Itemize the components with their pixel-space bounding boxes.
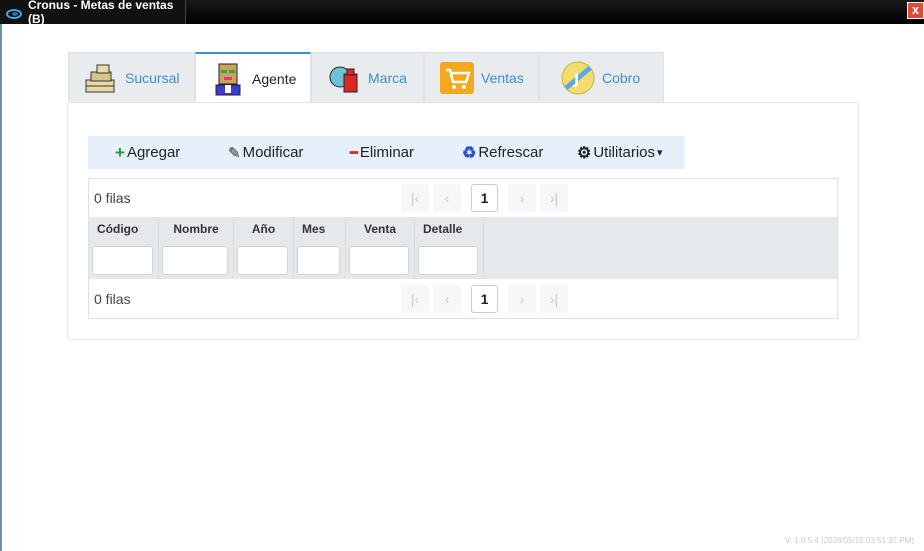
- minus-icon: ━: [350, 144, 358, 160]
- filter-input-venta[interactable]: [349, 246, 409, 275]
- column-nombre[interactable]: Nombre: [159, 217, 234, 279]
- gears-icon: ⚙: [577, 144, 592, 162]
- pager: |‹ ‹ 1 › ›|: [401, 285, 572, 313]
- filter-input-detalle[interactable]: [418, 246, 478, 275]
- column-mes[interactable]: Mes: [294, 217, 346, 279]
- rows-count: 0 filas: [94, 291, 131, 307]
- utilities-label: Utilitarios: [593, 144, 656, 161]
- delete-label: Eliminar: [359, 144, 415, 161]
- brand-icon: [326, 60, 362, 96]
- filter-input-codigo[interactable]: [92, 246, 153, 275]
- next-page-icon[interactable]: ›: [508, 285, 536, 313]
- tab-agente[interactable]: Agente: [195, 52, 311, 103]
- tab-sucursal[interactable]: Sucursal: [68, 52, 195, 102]
- current-page[interactable]: 1: [471, 285, 498, 313]
- tab-label: Ventas: [481, 69, 524, 86]
- refresh-label: Refrescar: [478, 144, 544, 161]
- last-page-icon[interactable]: ›|: [540, 184, 568, 212]
- filter-input-nombre[interactable]: [162, 246, 228, 275]
- recycle-icon: ♻: [462, 144, 477, 162]
- pager: |‹ ‹ 1 › ›|: [401, 184, 572, 212]
- bottom-pager-row: 0 filas |‹ ‹ 1 › ›|: [89, 280, 837, 318]
- refresh-button[interactable]: ♻ Refrescar: [436, 136, 553, 169]
- first-page-icon[interactable]: |‹: [401, 184, 429, 212]
- building-icon: [83, 60, 119, 96]
- pencil-icon: ✎: [228, 144, 241, 162]
- column-venta[interactable]: Venta: [346, 217, 415, 279]
- column-header: Venta: [363, 222, 396, 236]
- column-header: Detalle: [423, 222, 463, 236]
- current-page[interactable]: 1: [471, 184, 498, 212]
- data-grid: 0 filas |‹ ‹ 1 › ›| Código Nombre Año Me…: [88, 178, 838, 319]
- tab-label: Cobro: [602, 69, 641, 86]
- tab-label: Agente: [252, 70, 297, 87]
- column-detalle[interactable]: Detalle: [415, 217, 484, 279]
- window-title-tab[interactable]: Cronus - Metas de ventas (B): [0, 0, 186, 26]
- title-bar: Cronus - Metas de ventas (B) x: [0, 0, 924, 26]
- first-page-icon[interactable]: |‹: [401, 285, 429, 313]
- tab-label: Marca: [368, 69, 407, 86]
- edit-label: Modificar: [242, 144, 304, 161]
- column-ano[interactable]: Año: [234, 217, 294, 279]
- last-page-icon[interactable]: ›|: [540, 285, 568, 313]
- column-header: Año: [251, 222, 276, 236]
- tab-bar: Sucursal Agente Marca Ventas J Cobro: [68, 52, 664, 103]
- next-page-icon[interactable]: ›: [508, 184, 536, 212]
- plus-icon: +: [115, 142, 125, 162]
- cronus-app-icon: [6, 6, 22, 19]
- close-window-button[interactable]: x: [907, 2, 924, 19]
- filter-input-mes[interactable]: [297, 246, 340, 275]
- rows-count: 0 filas: [94, 190, 131, 206]
- prev-page-icon[interactable]: ‹: [433, 184, 461, 212]
- column-codigo[interactable]: Código: [89, 217, 159, 279]
- tab-label: Sucursal: [125, 69, 180, 86]
- coin-icon: J: [560, 60, 596, 96]
- utilities-dropdown[interactable]: ⚙ Utilitarios ▾: [553, 136, 678, 169]
- tab-marca[interactable]: Marca: [311, 52, 424, 102]
- tab-cobro[interactable]: J Cobro: [539, 52, 664, 102]
- add-label: Agregar: [126, 144, 181, 161]
- delete-button[interactable]: ━ Eliminar: [324, 136, 436, 169]
- edit-button[interactable]: ✎ Modificar: [202, 136, 324, 169]
- caret-down-icon: ▾: [657, 147, 663, 159]
- top-pager-row: 0 filas |‹ ‹ 1 › ›|: [89, 179, 837, 217]
- window-title: Cronus - Metas de ventas (B): [28, 0, 174, 26]
- cart-icon: [439, 60, 475, 96]
- svg-text:J: J: [573, 72, 579, 88]
- column-header: Nombre: [173, 222, 219, 236]
- tab-ventas[interactable]: Ventas: [424, 52, 539, 102]
- version-label: V: 1.0.5.4 (2026/05/15 03:51:37 PM): [784, 536, 914, 545]
- column-header: Código: [97, 222, 139, 236]
- toolbar: + Agregar ✎ Modificar ━ Eliminar ♻ Refre…: [88, 136, 685, 169]
- table-header: Código Nombre Año Mes Venta Detalle: [89, 217, 837, 279]
- add-button[interactable]: + Agregar: [88, 136, 202, 169]
- column-header: Mes: [302, 222, 326, 236]
- filter-input-ano[interactable]: [237, 246, 288, 275]
- prev-page-icon[interactable]: ‹: [433, 285, 461, 313]
- person-icon: [210, 61, 246, 97]
